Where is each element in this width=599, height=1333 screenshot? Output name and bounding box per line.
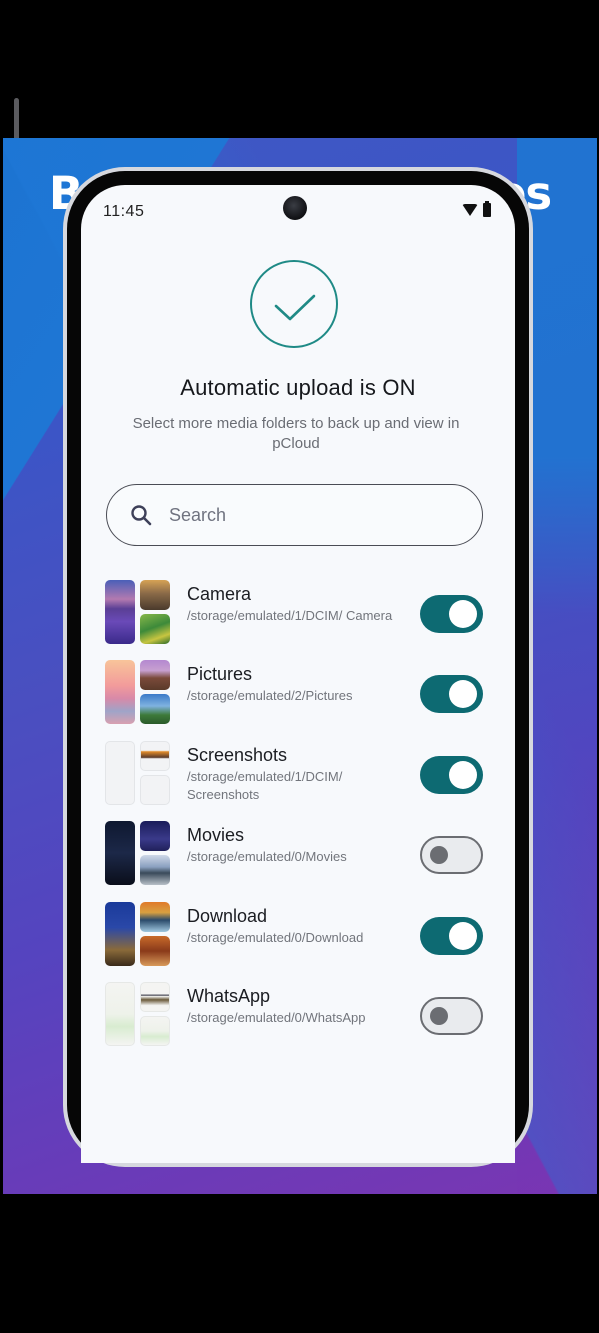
folder-path: /storage/emulated/0/Download — [187, 929, 364, 945]
thumbnail-image — [140, 935, 170, 966]
folder-name: WhatsApp — [187, 985, 271, 1006]
search-icon — [131, 505, 152, 526]
thumbnail-image — [140, 981, 170, 1012]
status-icons — [462, 201, 491, 217]
folder-thumbnails — [105, 660, 170, 725]
folder-row-download[interactable]: Download /storage/emulated/0/Download — [81, 896, 515, 976]
thumbnail-image — [140, 1015, 170, 1046]
folder-list: Camera /storage/emulated/1/DCIM/ Camera … — [81, 574, 515, 1056]
thumbnail-image — [140, 901, 170, 932]
status-time: 11:45 — [103, 203, 145, 220]
thumbnail-image — [140, 821, 170, 852]
folder-toggle[interactable] — [420, 836, 483, 875]
wifi-icon — [462, 204, 478, 216]
folder-path: /storage/emulated/0/Movies — [187, 849, 347, 865]
folder-thumbnails — [105, 821, 170, 886]
phone-frame: 11:45 Automatic upload is ON Select more… — [63, 167, 533, 1167]
phone-screen: 11:45 Automatic upload is ON Select more… — [81, 185, 515, 1163]
folder-row-screenshots[interactable]: Screenshots /storage/emulated/1/DCIM/ Sc… — [81, 735, 515, 815]
folder-thumbnails — [105, 981, 170, 1046]
folder-name: Pictures — [187, 664, 253, 685]
search-bar[interactable] — [106, 484, 483, 546]
folder-thumbnails — [105, 580, 170, 644]
search-input[interactable] — [169, 504, 419, 526]
battery-icon — [483, 201, 491, 217]
upload-status-title: Automatic upload is ON — [180, 375, 416, 400]
folder-toggle[interactable] — [420, 916, 483, 955]
thumbnail-image — [140, 774, 170, 805]
folder-name: Movies — [187, 825, 245, 846]
folder-path: /storage/emulated/2/Pictures — [187, 688, 353, 704]
thumbnail-image — [105, 981, 135, 1046]
status-bar: 11:45 — [81, 185, 515, 237]
folder-path: /storage/emulated/0/WhatsApp — [187, 1009, 366, 1025]
folder-path: /storage/emulated/1/DCIM/ Camera — [187, 608, 393, 623]
folder-toggle[interactable] — [420, 675, 483, 714]
toggle-knob — [449, 760, 477, 789]
bottom-letterbox — [0, 1194, 599, 1333]
folder-name: Screenshots — [187, 744, 288, 765]
toggle-knob — [449, 921, 477, 950]
folder-name: Camera — [187, 584, 252, 604]
thumbnail-image — [105, 660, 135, 725]
folder-toggle[interactable] — [420, 755, 483, 794]
thumbnail-image — [105, 580, 135, 644]
folder-row-movies[interactable]: Movies /storage/emulated/0/Movies — [81, 815, 515, 895]
scrollbar[interactable] — [14, 98, 19, 142]
folder-thumbnails — [105, 740, 170, 805]
toggle-knob — [449, 680, 477, 709]
thumbnail-image — [140, 694, 170, 725]
upload-status-subtitle: Select more media folders to back up and… — [132, 415, 460, 452]
front-camera-icon — [283, 196, 307, 220]
folder-toggle[interactable] — [420, 996, 483, 1035]
thumbnail-image — [140, 580, 170, 610]
folder-row-camera[interactable]: Camera /storage/emulated/1/DCIM/ Camera — [81, 574, 515, 654]
folder-row-pictures[interactable]: Pictures /storage/emulated/2/Pictures — [81, 654, 515, 734]
folder-toggle[interactable] — [420, 595, 483, 633]
folder-thumbnails — [105, 901, 170, 966]
thumbnail-image — [105, 821, 135, 886]
thumbnail-image — [140, 740, 170, 771]
thumbnail-image — [105, 740, 135, 805]
folder-name: Download — [187, 905, 268, 926]
folder-path: /storage/emulated/1/DCIM/ Screenshots — [187, 768, 343, 802]
toggle-knob — [430, 1006, 448, 1025]
toggle-knob — [449, 600, 477, 628]
folder-row-whatsapp[interactable]: WhatsApp /storage/emulated/0/WhatsApp — [81, 976, 515, 1056]
thumbnail-image — [140, 660, 170, 691]
thumbnail-image — [140, 614, 170, 644]
thumbnail-image — [105, 901, 135, 966]
thumbnail-image — [140, 855, 170, 886]
check-circle-icon — [250, 260, 338, 348]
toggle-knob — [430, 846, 448, 865]
phone-bezel: 11:45 Automatic upload is ON Select more… — [67, 171, 529, 1163]
